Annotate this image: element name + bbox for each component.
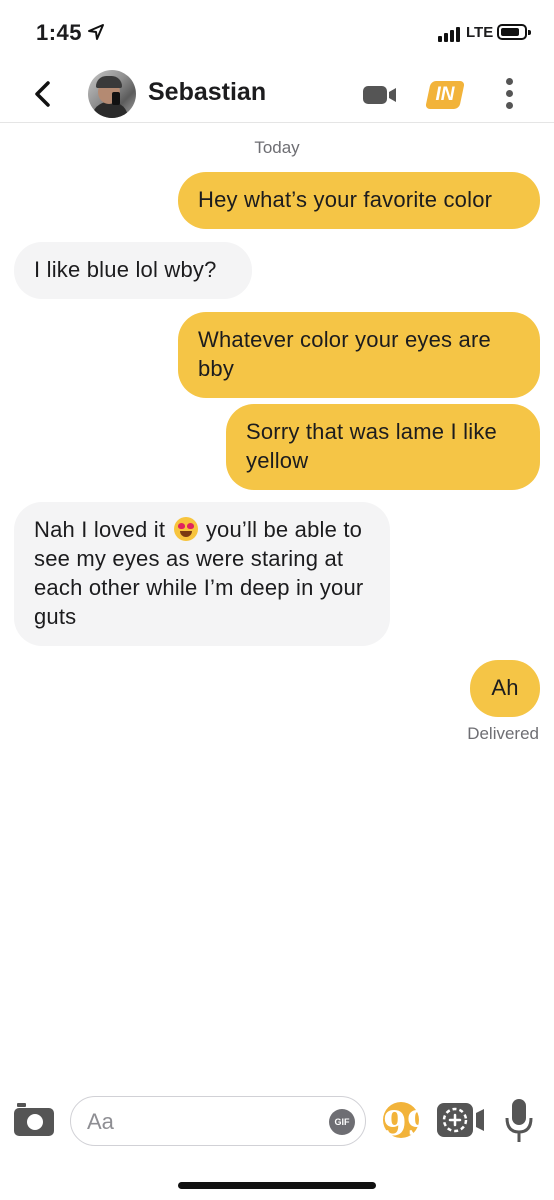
message-bubble-outgoing[interactable]: Hey what’s your favorite color (178, 172, 540, 229)
message-input[interactable]: Aa GIF (70, 1096, 366, 1146)
status-time: 1:45 (36, 20, 83, 45)
quote-icon-label: 99 (383, 1104, 431, 1144)
message-text: Nah I loved it (34, 517, 166, 542)
message-bubble-incoming[interactable]: Nah I loved it you’ll be able to see my … (14, 502, 390, 646)
back-chevron-icon[interactable] (30, 80, 56, 108)
delivery-receipt: Delivered (467, 724, 539, 743)
quote-icon[interactable]: 99 (383, 1102, 430, 1144)
network-label: LTE (466, 24, 494, 41)
battery-icon (497, 24, 531, 40)
message-bubble-outgoing[interactable]: Sorry that was lame I like yellow (226, 404, 540, 490)
gif-icon[interactable]: GIF (329, 1109, 355, 1135)
camera-icon[interactable] (14, 1102, 54, 1136)
microphone-icon[interactable] (504, 1098, 534, 1144)
message-bubble-incoming[interactable]: I like blue lol wby? (14, 242, 252, 299)
location-arrow-icon (88, 24, 104, 40)
game-badge-label: IN (435, 84, 455, 105)
avatar[interactable] (88, 70, 136, 118)
more-options-icon[interactable] (506, 78, 514, 110)
chat-header: Sebastian IN (0, 64, 554, 123)
heart-eyes-emoji-icon (173, 517, 198, 541)
video-call-icon[interactable] (362, 84, 398, 106)
contact-name[interactable]: Sebastian (148, 78, 266, 107)
message-bubble-outgoing[interactable]: Whatever color your eyes are bby (178, 312, 540, 398)
message-composer: Aa GIF 99 (0, 1090, 554, 1154)
status-bar: 1:45 LTE (0, 0, 554, 64)
message-bubble-outgoing[interactable]: Ah (470, 660, 540, 717)
home-indicator[interactable] (178, 1182, 376, 1189)
signal-bars-icon (438, 26, 460, 42)
camera-plus-icon[interactable] (436, 1102, 486, 1138)
game-icon[interactable]: IN (425, 81, 465, 109)
day-separator: Today (254, 138, 300, 157)
message-input-placeholder: Aa (87, 1109, 114, 1134)
